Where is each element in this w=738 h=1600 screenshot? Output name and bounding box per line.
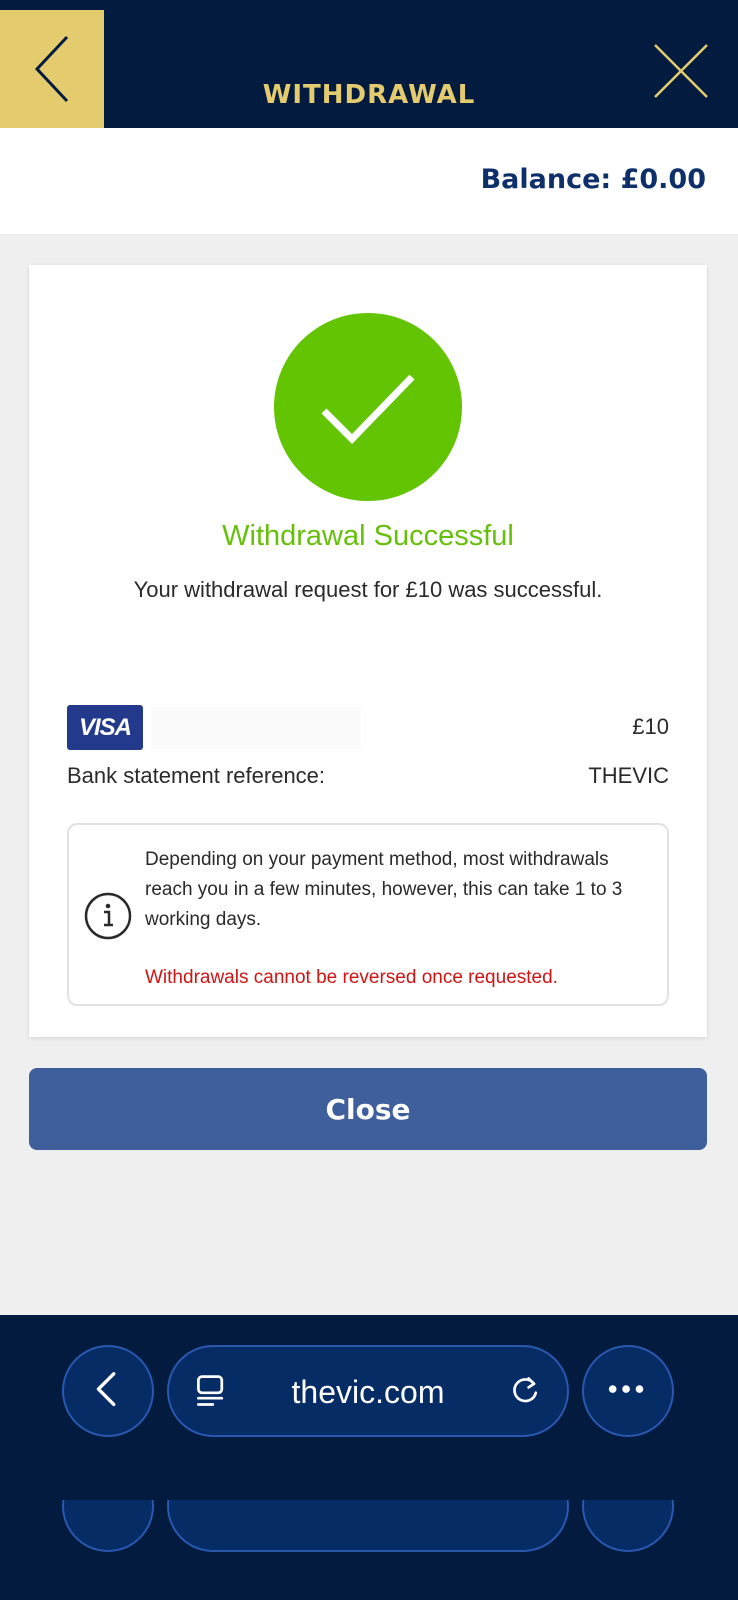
- browser-toolbar-main: thevic.com: [0, 1315, 738, 1465]
- chevron-left-icon: [96, 1372, 116, 1407]
- close-icon[interactable]: [652, 42, 710, 100]
- close-button[interactable]: Close: [29, 1068, 707, 1150]
- checkmark-icon: [321, 374, 415, 444]
- more-icon: [608, 1385, 644, 1393]
- success-badge: [274, 313, 462, 501]
- info-box: Depending on your payment method, most w…: [67, 823, 669, 1006]
- success-message: Your withdrawal request for £10 was succ…: [133, 577, 603, 602]
- back-button[interactable]: [0, 10, 104, 128]
- browser-more-button[interactable]: [582, 1345, 674, 1437]
- irreversible-warning: Withdrawals cannot be reversed once requ…: [145, 967, 558, 988]
- address-bar[interactable]: thevic.com: [167, 1345, 569, 1437]
- page-title: WITHDRAWAL: [262, 80, 476, 110]
- info-icon: [84, 892, 132, 940]
- balance-bar: Balance: £0.00: [0, 128, 738, 234]
- browser-back-button[interactable]: [62, 1345, 154, 1437]
- balance-label: Balance: £0.00: [480, 164, 706, 195]
- withdrawal-amount: £10: [632, 714, 669, 739]
- reload-icon[interactable]: [507, 1373, 543, 1409]
- header-bar: WITHDRAWAL: [0, 0, 738, 128]
- reference-value: THEVIC: [588, 763, 669, 788]
- info-text: Depending on your payment method, most w…: [145, 849, 623, 930]
- success-title: Withdrawal Successful: [222, 520, 514, 552]
- reference-label: Bank statement reference:: [67, 763, 326, 788]
- visa-card-logo: VISA: [67, 705, 143, 750]
- withdrawal-result-card: Withdrawal Successful Your withdrawal re…: [29, 265, 707, 1037]
- masked-card-number: [151, 707, 361, 749]
